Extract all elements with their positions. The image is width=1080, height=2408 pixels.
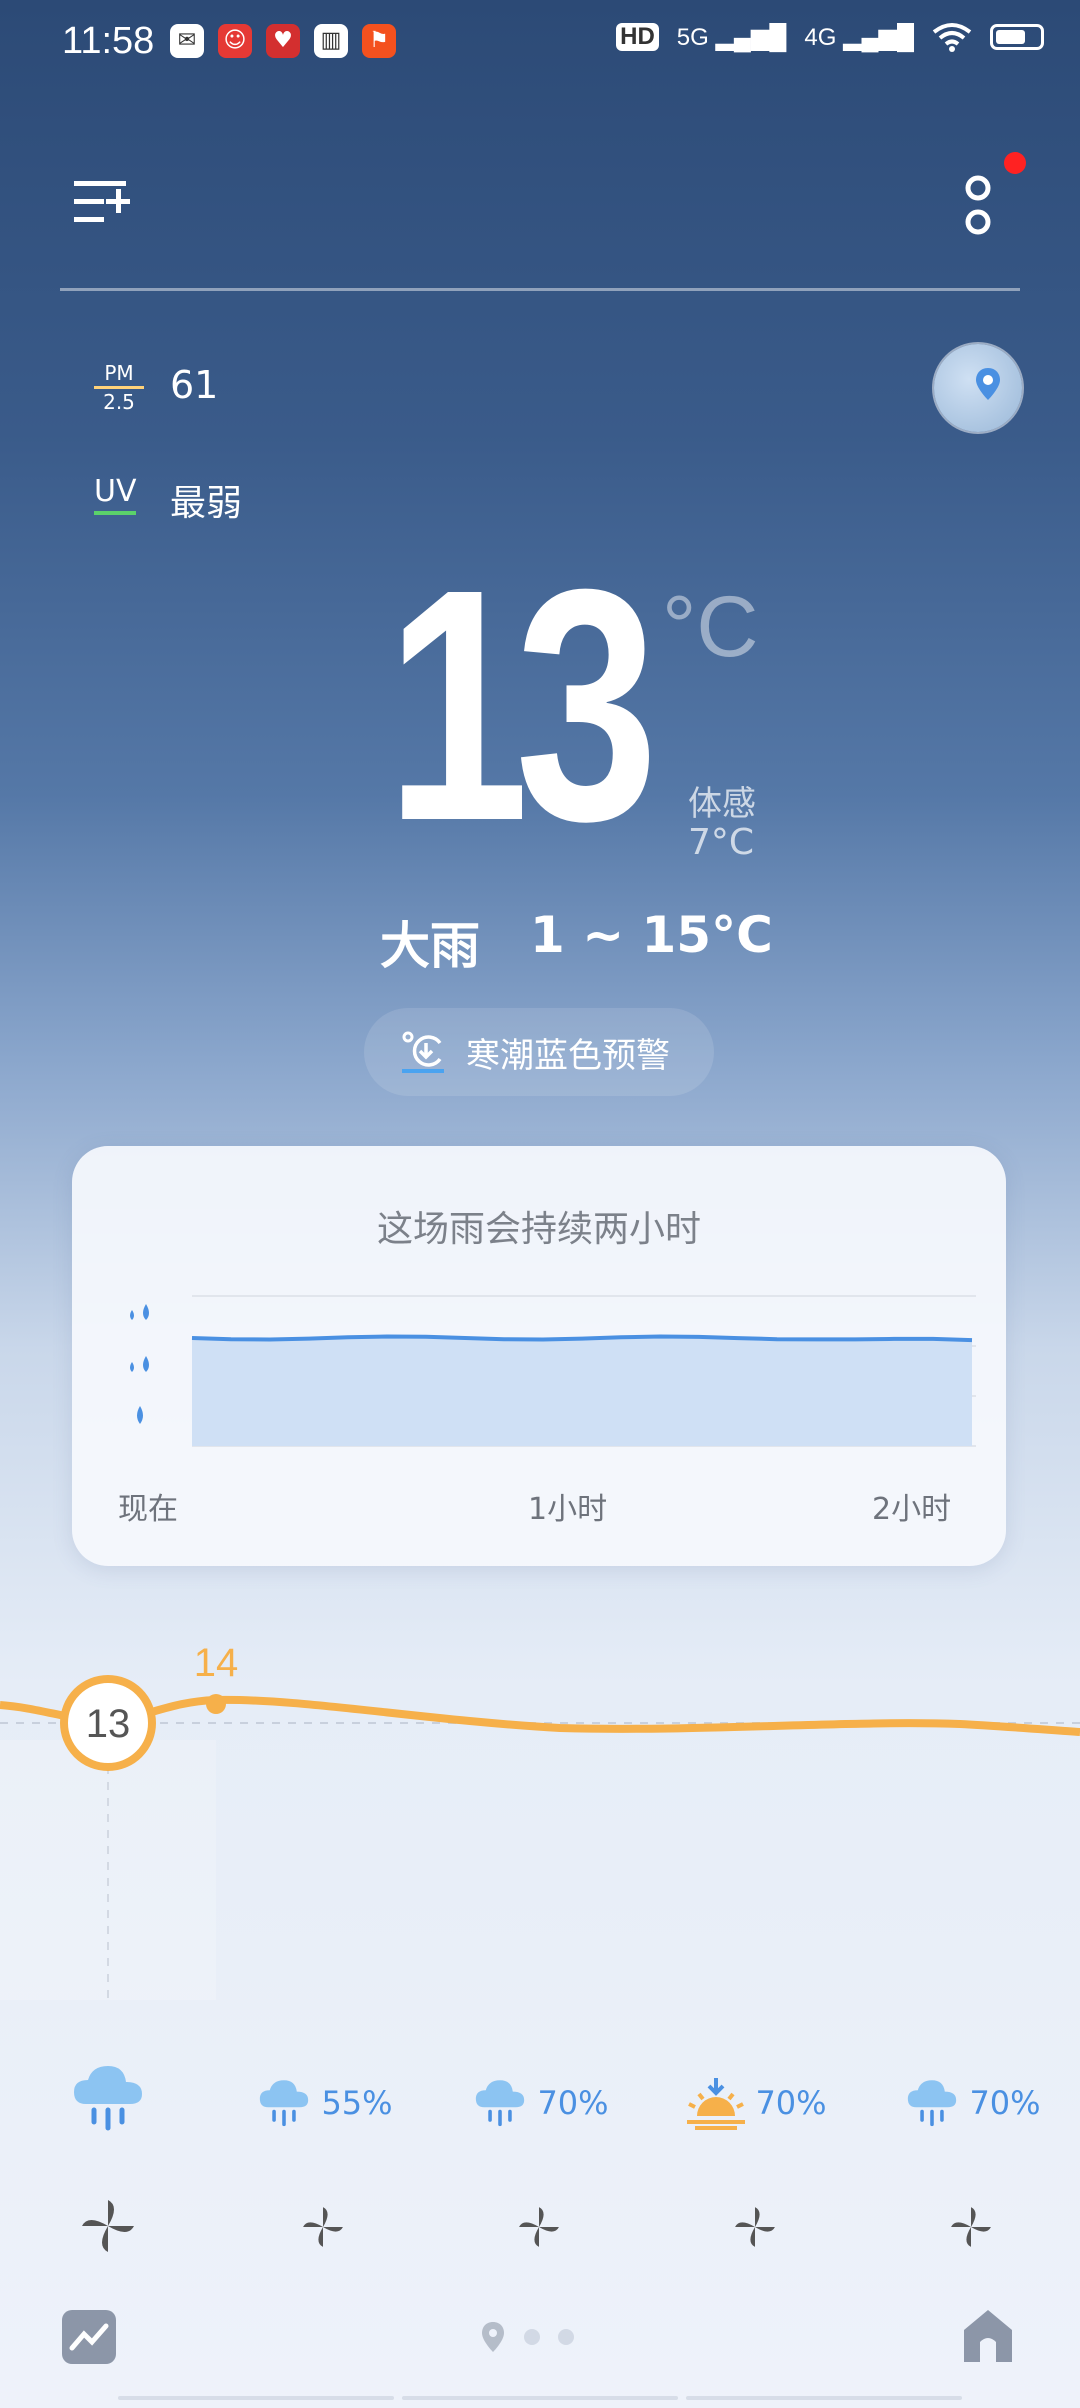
hourly-temperature-chart: 14 13: [0, 1641, 1080, 2000]
temperature-curve: [0, 1695, 1080, 1736]
hour-item[interactable]: 70%: [648, 2076, 864, 2130]
pop-value: 70%: [969, 2084, 1041, 2122]
current-hour-highlight: [0, 1740, 216, 2000]
heavy-rain-icon: [130, 1304, 149, 1320]
wind-icon: [82, 2200, 134, 2252]
cloud-rain-icon: [908, 2080, 957, 2127]
feels-like-label: 体感: [688, 784, 756, 824]
x-label-now: 现在: [118, 1492, 178, 1527]
app-icon-3: ⚑: [362, 24, 396, 58]
rain-area: [192, 1336, 972, 1446]
location-pin-icon: [482, 2322, 504, 2352]
weather-warning-button[interactable]: 寒潮蓝色预警: [364, 1008, 714, 1096]
pop-value: 55%: [321, 2084, 393, 2122]
uv-icon: UV: [94, 474, 137, 515]
light-rain-icon: [137, 1406, 143, 1424]
x-label-1h: 1小时: [528, 1492, 608, 1527]
battery-icon: [990, 24, 1044, 50]
bottom-tab-lines: [118, 2396, 962, 2402]
moderate-rain-icon: [130, 1356, 149, 1372]
status-time: 11:58: [62, 20, 155, 62]
current-temp-label: 13: [86, 1702, 131, 1746]
cloud-rain-icon: [74, 2066, 142, 2131]
book-icon: ▥: [314, 24, 348, 58]
rain-card-title: 这场雨会持续两小时: [376, 1209, 701, 1250]
app-icon-1: ☺: [218, 24, 252, 58]
home-button[interactable]: [960, 2306, 1016, 2366]
rain-forecast-card[interactable]: 这场雨会持续两小时 现在 1小时 2小时: [72, 1146, 1006, 1566]
hour-item[interactable]: 70%: [864, 2076, 1080, 2130]
feels-like-value: 7°C: [688, 822, 755, 863]
wind-icon: [303, 2207, 343, 2247]
add-city-menu-button[interactable]: [70, 175, 134, 231]
rain-intensity-chart: [130, 1295, 976, 1447]
trend-button[interactable]: [62, 2310, 116, 2364]
location-pin-icon: [976, 368, 1000, 400]
wind-icon: [951, 2207, 991, 2247]
warning-text: 寒潮蓝色预警: [466, 1035, 670, 1076]
wind-icon: [519, 2207, 559, 2247]
system-status: HD 5G ▂▄▆█ 4G ▂▄▆█: [616, 22, 1044, 52]
temperature-range: 1 ~ 15°C: [530, 906, 773, 964]
notification-icons: ✉ ☺ ♥ ▥ ⚑: [170, 24, 396, 58]
page-dot: [524, 2329, 540, 2345]
page-indicator[interactable]: [480, 2320, 574, 2354]
page-dot: [558, 2329, 574, 2345]
pop-value: 70%: [537, 2084, 609, 2122]
header-divider: [60, 288, 1020, 291]
notification-dot: [1004, 152, 1026, 174]
x-label-2h: 2小时: [872, 1492, 952, 1527]
more-options-button[interactable]: [958, 160, 998, 250]
peak-temp-label: 14: [194, 1641, 239, 1685]
cloud-rain-icon: [476, 2080, 525, 2127]
pm25-value[interactable]: 61: [170, 363, 218, 407]
mail-icon: ✉: [170, 24, 204, 58]
temperature-unit: °C: [662, 579, 759, 675]
5g-signal-icon: 5G ▂▄▆█: [676, 23, 787, 51]
app-icon-2: ♥: [266, 24, 300, 58]
sunrise-icon: [687, 2078, 746, 2130]
current-temperature: 13: [386, 520, 658, 889]
peak-point: [206, 1694, 226, 1714]
hd-label: HD: [616, 23, 659, 51]
trend-icon: [69, 2323, 109, 2351]
pm25-icon: PM 2.5: [94, 362, 144, 413]
wind-icon: [735, 2207, 775, 2247]
location-globe-button[interactable]: [934, 344, 1022, 432]
wifi-icon: [932, 23, 972, 52]
cold-wave-icon: [402, 1031, 444, 1073]
4g-signal-icon: 4G ▂▄▆█: [804, 23, 914, 51]
hour-item[interactable]: [0, 2060, 216, 2140]
weather-condition: 大雨: [380, 917, 480, 975]
uv-value[interactable]: 最弱: [170, 474, 242, 526]
hour-item[interactable]: 55%: [216, 2076, 432, 2130]
pop-value: 70%: [755, 2084, 827, 2122]
rain-line: [191, 1334, 973, 1343]
hour-item[interactable]: 70%: [432, 2076, 648, 2130]
cloud-rain-icon: [260, 2080, 309, 2127]
